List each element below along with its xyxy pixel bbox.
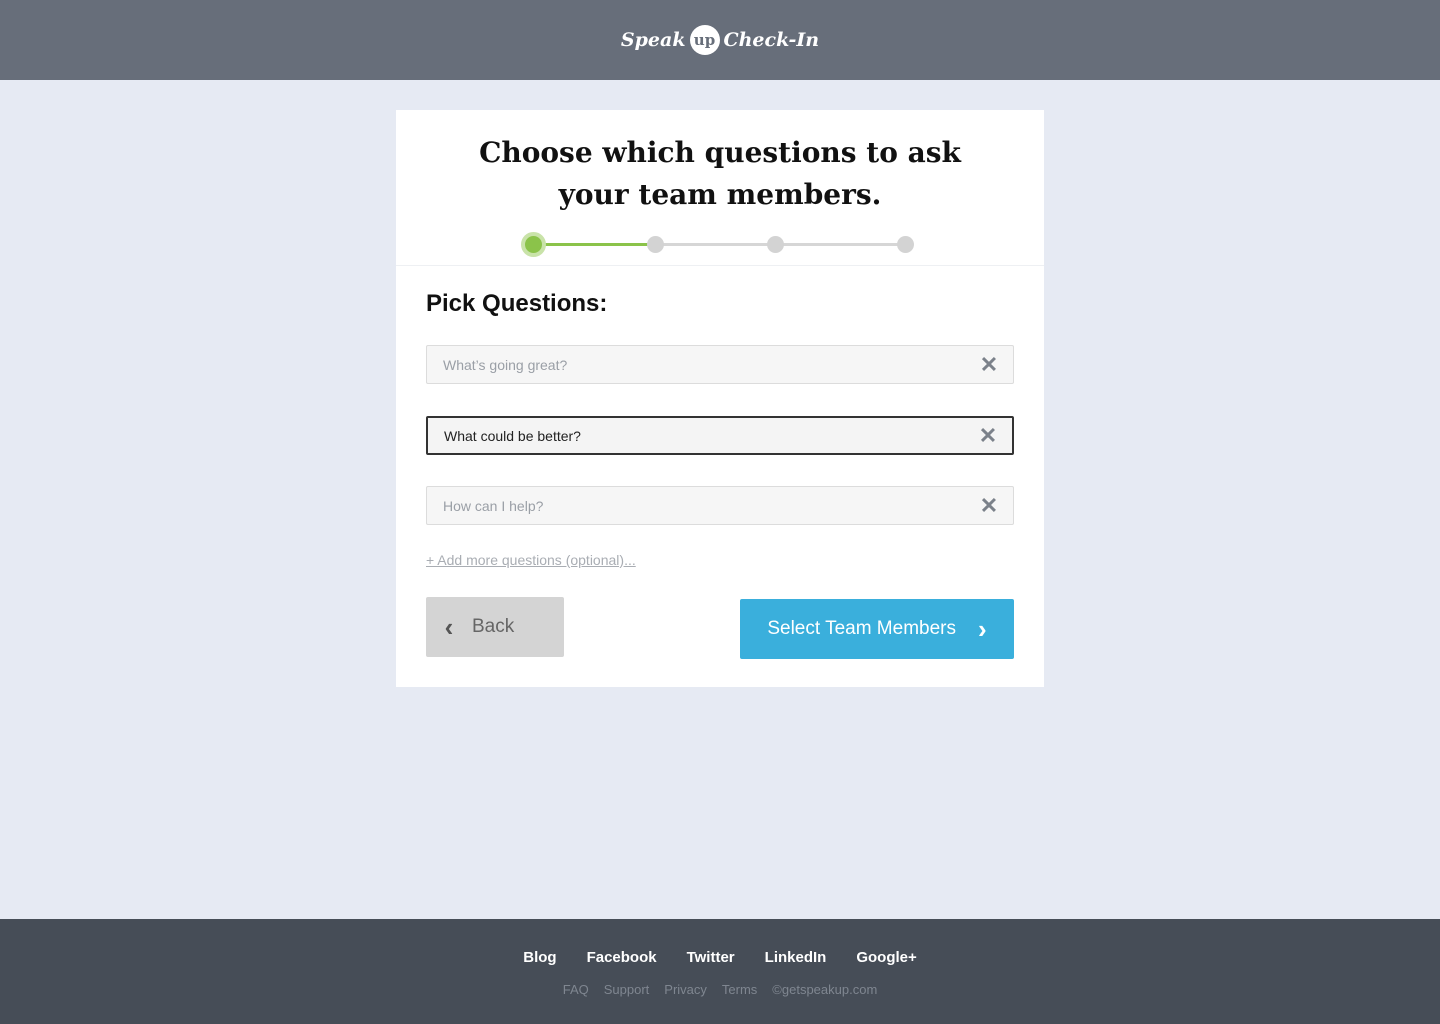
section-title: Pick Questions: bbox=[426, 290, 608, 317]
footer-links: Blog Facebook Twitter LinkedIn Google+ bbox=[0, 949, 1440, 966]
add-more-questions-link[interactable]: + Add more questions (optional)... bbox=[426, 552, 636, 568]
app-logo[interactable]: Speak up Check-In bbox=[621, 25, 819, 55]
step-connector-done bbox=[533, 243, 656, 246]
close-icon[interactable]: ✕ bbox=[965, 487, 1013, 524]
step-4-dot bbox=[897, 236, 914, 253]
close-icon[interactable]: ✕ bbox=[965, 346, 1013, 383]
step-1-dot bbox=[521, 232, 546, 257]
top-bar: Speak up Check-In bbox=[0, 0, 1440, 80]
back-button-label: Back bbox=[472, 616, 515, 637]
page-title-line-2: your team members. bbox=[558, 178, 882, 211]
logo-text-left: Speak bbox=[620, 29, 686, 51]
copyright: ©getspeakup.com bbox=[772, 982, 878, 997]
step-connector bbox=[656, 243, 776, 246]
question-input-1[interactable] bbox=[427, 346, 965, 383]
footer-link-linkedin[interactable]: LinkedIn bbox=[765, 949, 827, 966]
footer-link-privacy[interactable]: Privacy bbox=[664, 982, 707, 997]
question-input-2[interactable] bbox=[428, 418, 964, 453]
select-team-members-button[interactable]: Select Team Members › bbox=[740, 599, 1014, 659]
footer-link-terms[interactable]: Terms bbox=[722, 982, 757, 997]
page-title: Choose which questions to ask your team … bbox=[396, 132, 1044, 216]
question-input-3[interactable] bbox=[427, 487, 965, 524]
back-button[interactable]: ‹ Back bbox=[426, 597, 564, 657]
logo-text-right: Check-In bbox=[723, 29, 820, 51]
step-3-dot bbox=[767, 236, 784, 253]
footer-link-faq[interactable]: FAQ bbox=[563, 982, 589, 997]
step-connector bbox=[776, 243, 906, 246]
page-title-line-1: Choose which questions to ask bbox=[479, 136, 961, 169]
footer-sub-links: FAQ Support Privacy Terms ©getspeakup.co… bbox=[0, 982, 1440, 997]
step-2-dot bbox=[647, 236, 664, 253]
card-header: Choose which questions to ask your team … bbox=[396, 110, 1044, 266]
chevron-left-icon: ‹ bbox=[444, 611, 454, 642]
progress-stepper bbox=[521, 232, 914, 257]
footer: Blog Facebook Twitter LinkedIn Google+ F… bbox=[0, 919, 1440, 1024]
setup-card: Choose which questions to ask your team … bbox=[396, 110, 1044, 687]
footer-link-support[interactable]: Support bbox=[604, 982, 650, 997]
next-button-label: Select Team Members bbox=[767, 618, 956, 639]
question-field-3: ✕ bbox=[426, 486, 1014, 525]
footer-link-googleplus[interactable]: Google+ bbox=[856, 949, 916, 966]
chevron-right-icon: › bbox=[978, 613, 987, 644]
close-icon[interactable]: ✕ bbox=[964, 418, 1012, 453]
footer-link-blog[interactable]: Blog bbox=[523, 949, 556, 966]
footer-link-twitter[interactable]: Twitter bbox=[687, 949, 735, 966]
question-field-1: ✕ bbox=[426, 345, 1014, 384]
logo-badge: up bbox=[689, 25, 720, 55]
question-field-2: ✕ bbox=[426, 416, 1014, 455]
footer-link-facebook[interactable]: Facebook bbox=[587, 949, 657, 966]
